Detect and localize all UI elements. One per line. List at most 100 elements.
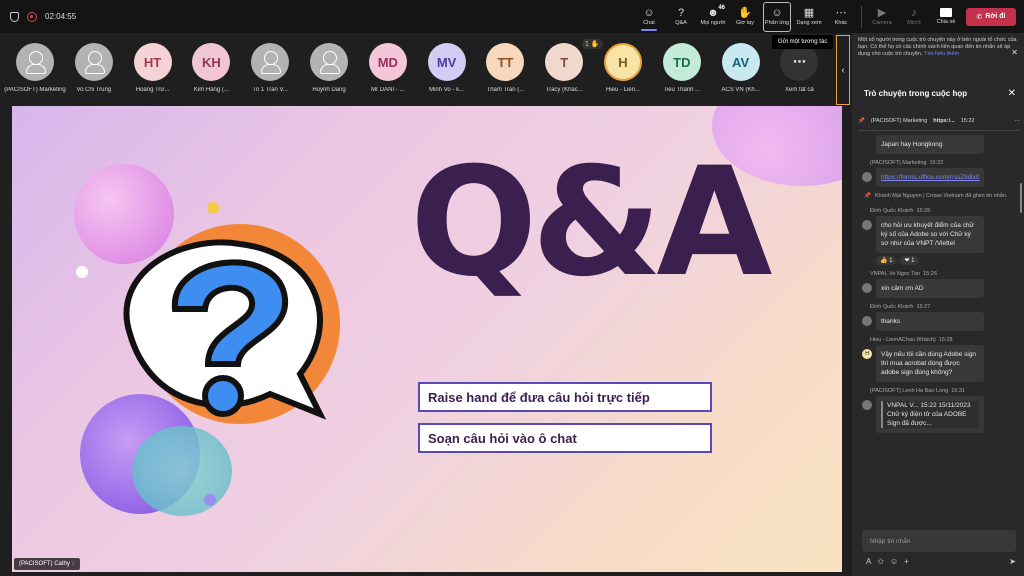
message-meta: (PACISOFT) Marketing 15:22 [870, 160, 944, 166]
qa-icon: ? [677, 7, 685, 19]
chat-message[interactable]: xin cảm ơn AD [862, 279, 1020, 298]
avatar [251, 43, 290, 81]
qa-button[interactable]: ? Q&A [667, 2, 695, 32]
avatar: TD [662, 43, 701, 81]
message-bubble: Vậy nếu tôi cần dùng Adobe sign thì mua … [876, 345, 984, 382]
mic-button[interactable]: ♪ Micrô [900, 2, 928, 32]
more-icon[interactable]: ⋯ [1015, 118, 1021, 124]
pinned-message[interactable]: 📌 (PACISOFT) Marketing https:/... 15:22 … [858, 111, 1020, 131]
emoji-icon[interactable]: ☺ [890, 557, 898, 566]
reaction-chip[interactable]: ❤ 1 [900, 256, 919, 265]
pin-icon: 📌 [858, 117, 865, 124]
teams-meeting-window: 02:04:55 ☺ Chat ? Q&A ☻ 46 Mọi người ✋ G… [0, 0, 1024, 576]
message-meta: Đinh Quốc Khánh 15:25 [870, 208, 931, 214]
slide-title: Q&A [410, 136, 772, 310]
reactions-tooltip: Gửi một tương tác [772, 35, 834, 49]
slide-line-chat: Soạn câu hỏi vào ô chat [418, 423, 712, 453]
camera-off-icon: ▶ [877, 7, 887, 19]
avatar: MV [427, 43, 466, 81]
message-bubble: thanks [876, 312, 984, 331]
send-icon[interactable]: ➤ [1009, 557, 1016, 566]
raise-hand-button[interactable]: ✋ Giơ tay [731, 2, 759, 32]
avatar [16, 43, 54, 81]
avatar: AV [721, 43, 760, 81]
chat-button[interactable]: ☺ Chat [635, 2, 663, 32]
question-dot [202, 375, 244, 417]
avatar: HT [133, 43, 172, 81]
leave-button[interactable]: ✆ Rời đi [966, 7, 1016, 26]
decor-dot-white [76, 266, 88, 278]
avatar: H [862, 349, 872, 359]
grid-icon: ▦ [803, 7, 815, 19]
chat-message[interactable]: Japan hay Hongkong [862, 135, 1020, 154]
reaction-chip[interactable]: 👍 1 [876, 256, 897, 265]
camera-button[interactable]: ▶ Camera [868, 2, 896, 32]
add-icon[interactable]: + [904, 557, 909, 566]
avatar: KH [192, 43, 231, 81]
message-meta: (PACISOFT) Lenh Ha Bao Long 15:31 [870, 388, 965, 394]
close-icon[interactable]: ✕ [1011, 49, 1018, 57]
hand-icon: ✋ [738, 7, 752, 19]
mic-off-icon: ♪ [71, 561, 75, 567]
mic-off-icon: ♪ [911, 7, 917, 19]
chevron-left-icon: ‹ [841, 64, 845, 76]
pin-icon: 📌 [864, 193, 871, 199]
avatar [862, 283, 872, 293]
avatar: H [604, 43, 642, 81]
phone-icon: ✆ [976, 13, 983, 21]
message-meta: VNPAL Vo Ngoc Tan 15:26 [870, 271, 937, 277]
chat-message[interactable]: VNPAL V... 15:22 15/11/2023 Chữ ký điện t… [862, 396, 1020, 433]
avatar [74, 43, 113, 81]
decor-dot-yellow [207, 202, 219, 214]
shared-screen: Q&A Raise hand để đưa câu hỏi trực tiếp … [12, 106, 842, 572]
chat-message[interactable]: H Vậy nếu tôi cần dùng Adobe sign thì mua… [862, 345, 1020, 382]
avatar: T [545, 43, 584, 81]
avatar: MD [368, 43, 407, 81]
avatar [310, 43, 348, 81]
chat-scrollbar[interactable] [1020, 183, 1022, 213]
meeting-topbar: 02:04:55 ☺ Chat ? Q&A ☻ 46 Mọi người ✋ G… [0, 0, 1024, 33]
share-button[interactable]: Chia sẻ [932, 2, 960, 32]
more-button[interactable]: ⋯ Khác [827, 2, 855, 32]
reactions-button[interactable]: ☺ Phản ứng [763, 1, 791, 32]
people-button[interactable]: ☻ 46 Mọi người [699, 2, 727, 32]
decor-blob-teal [132, 426, 232, 516]
question-bubble-illustration [123, 224, 340, 424]
shield-icon [10, 11, 19, 22]
avatar [862, 172, 872, 182]
learn-more-link[interactable]: Tìm hiểu thêm [924, 51, 959, 57]
smiley-icon: ☺ [771, 7, 783, 19]
chat-icon: ☺ [643, 7, 655, 19]
message-bubble[interactable]: https://forms.office.com/r/ssZtidix0 [876, 168, 984, 187]
chat-message[interactable]: cho hỏi ưu khuyết điểm của chữ ký số của… [862, 216, 1020, 253]
decor-dot-blue [204, 494, 216, 506]
collapse-strip-button[interactable]: ‹ [836, 35, 850, 105]
composer-tools: A ✩ ☺ + ➤ [866, 557, 1016, 566]
share-screen-icon [940, 8, 952, 17]
system-message: 📌 Khanh Mai Nguyen | Crowe Vietnam đã ghi… [864, 193, 1008, 199]
close-chat-icon[interactable]: ✕ [1008, 88, 1016, 99]
chat-header: Trò chuyện trong cuộc họp ✕ [864, 88, 1016, 99]
participant-name: Xem tất cả [785, 87, 814, 93]
message-meta: Đinh Quốc Khánh 15:27 [870, 304, 931, 310]
view-button[interactable]: ▦ Dạng xem [795, 2, 823, 32]
avatar: TT [486, 43, 525, 81]
chat-message[interactable]: https://forms.office.com/r/ssZtidix0 [862, 168, 1020, 187]
message-bubble: cho hỏi ưu khuyết điểm của chữ ký số của… [876, 216, 984, 253]
attach-icon[interactable]: ✩ [877, 557, 884, 566]
chat-input[interactable]: Nhập tin nhắn [862, 530, 1016, 552]
message-bubble: VNPAL V... 15:22 15/11/2023 Chữ ký điện t… [876, 396, 984, 433]
chat-message-list[interactable]: Japan hay Hongkong (PACISOFT) Marketing 1… [852, 133, 1020, 523]
more-icon: ⋯ [835, 7, 847, 19]
message-meta: Hieu - LiemAChau (Khách) 15:28 [870, 337, 953, 343]
people-icon: ☻ [707, 7, 719, 19]
meeting-timer: 02:04:55 [45, 12, 77, 21]
chat-message[interactable]: thanks [862, 312, 1020, 331]
recording-icon [27, 11, 37, 22]
avatar [862, 316, 872, 326]
people-count-badge: 46 [718, 4, 725, 11]
chat-panel: Một số người trong cuộc trò chuyện này ở… [852, 33, 1024, 576]
format-icon[interactable]: A [866, 557, 871, 566]
participant-tile[interactable]: ⋯ Xem tất cả [764, 43, 834, 93]
presenter-label: (PACISOFT) Cathy ♪ [14, 558, 80, 570]
